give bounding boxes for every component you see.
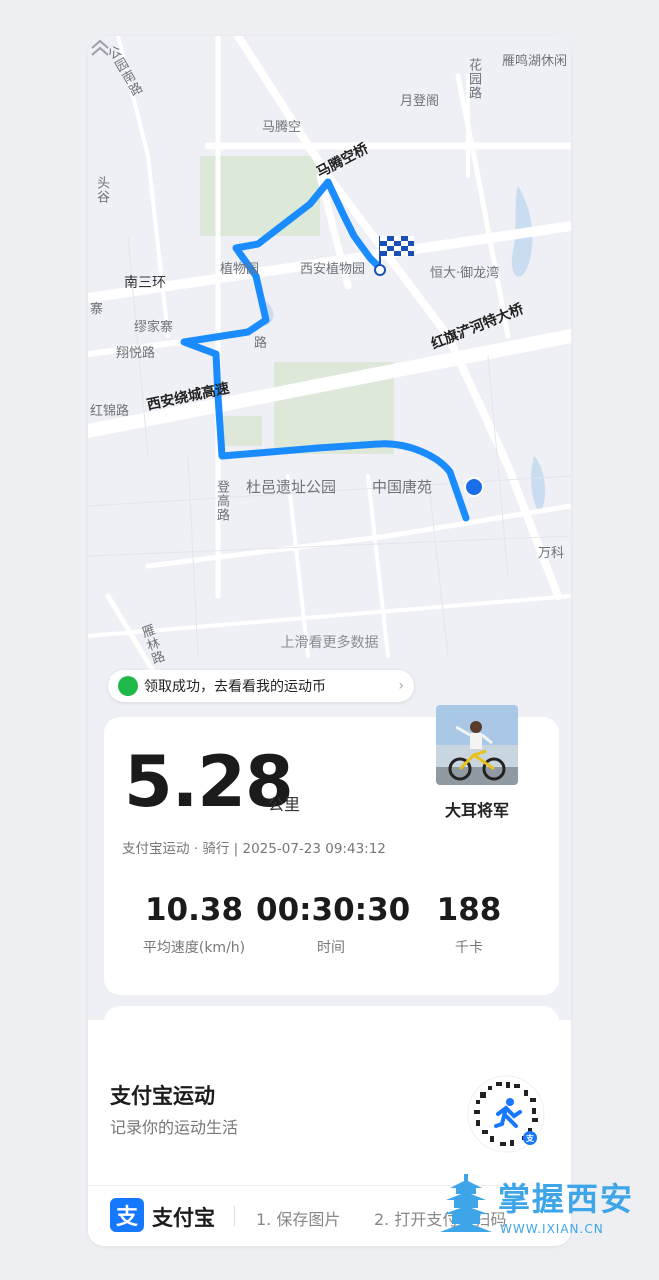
pagoda-icon	[440, 1174, 492, 1232]
map-label: 登高路	[214, 480, 229, 522]
start-point	[464, 477, 484, 497]
map-label: 马腾空	[262, 120, 302, 135]
watermark: 掌握西安 WWW.IXIAN.CN	[438, 1170, 638, 1246]
map-label: 花园路	[466, 58, 481, 100]
qr-code[interactable]: 支	[466, 1074, 546, 1154]
svg-text:支: 支	[525, 1133, 535, 1143]
map-label: 寨	[90, 302, 104, 317]
map-label: 西安植物园	[300, 262, 366, 277]
chevron-right-icon: ›	[398, 678, 404, 694]
map-label: 杜邑遗址公园	[246, 478, 337, 496]
metric-label: 平均速度(km/h)	[142, 940, 246, 957]
alipay-logo-icon: 支	[110, 1198, 144, 1232]
footer-title: 支付宝运动	[110, 1084, 215, 1108]
metric-label: 千卡	[455, 940, 483, 957]
metric-label: 时间	[317, 940, 345, 957]
map-label: 中国唐苑	[372, 478, 433, 496]
metric-calories: 188 千卡	[414, 893, 524, 957]
watermark-title: 掌握西安	[498, 1180, 635, 1218]
username: 大耳将军	[444, 801, 509, 820]
footer-subtitle: 记录你的运动生活	[110, 1118, 239, 1137]
share-card: 公园南路 雁鸣湖休闲 花园路 月登阁 马腾空 马腾空桥 西安植物园 恒大·御龙湾…	[88, 36, 571, 1246]
metric-speed: 10.38 平均速度(km/h)	[134, 893, 254, 957]
footer-separator	[234, 1206, 235, 1226]
swipe-hint[interactable]: 上滑看更多数据	[88, 632, 571, 652]
avatar[interactable]	[436, 705, 518, 785]
metric-value: 10.38	[144, 892, 244, 928]
map-label: 雁鸣湖休闲	[502, 54, 568, 69]
swipe-up-icon	[91, 39, 109, 56]
metric-value: 00:30:30	[256, 892, 411, 928]
map-label: 月登阁	[400, 94, 440, 109]
watermark-url: WWW.IXIAN.CN	[500, 1222, 604, 1236]
park-area	[218, 416, 262, 446]
map-label: 头谷	[94, 176, 109, 204]
lake	[531, 456, 546, 512]
instruction-step-1: 1. 保存图片	[256, 1210, 341, 1229]
map-label: 红锦路	[90, 404, 130, 419]
map-label: 万科	[538, 546, 565, 561]
map-label: 翔悦路	[116, 346, 156, 361]
check-icon	[109, 672, 138, 696]
metric-value: 188	[436, 892, 502, 928]
alipay-brand: 支付宝	[152, 1206, 215, 1230]
map-label: 缪家寨	[134, 320, 174, 335]
map-label: 植物园	[220, 262, 260, 277]
coin-toast[interactable]: 领取成功，去看看我的运动币 ›	[108, 670, 414, 702]
toast-text: 领取成功，去看看我的运动币	[144, 679, 326, 695]
distance-unit: 公里	[268, 795, 301, 814]
activity-summary-card: 5.28 公里 支付宝运动 · 骑行 | 2025-07-23 09:43:12…	[104, 705, 559, 995]
map-label: 南三环	[124, 275, 166, 291]
map-label: 路	[254, 336, 268, 351]
metric-time: 00:30:30 时间	[256, 892, 411, 957]
map-label: 恒大·御龙湾	[430, 266, 500, 281]
activity-meta: 支付宝运动 · 骑行 | 2025-07-23 09:43:12	[122, 841, 386, 857]
